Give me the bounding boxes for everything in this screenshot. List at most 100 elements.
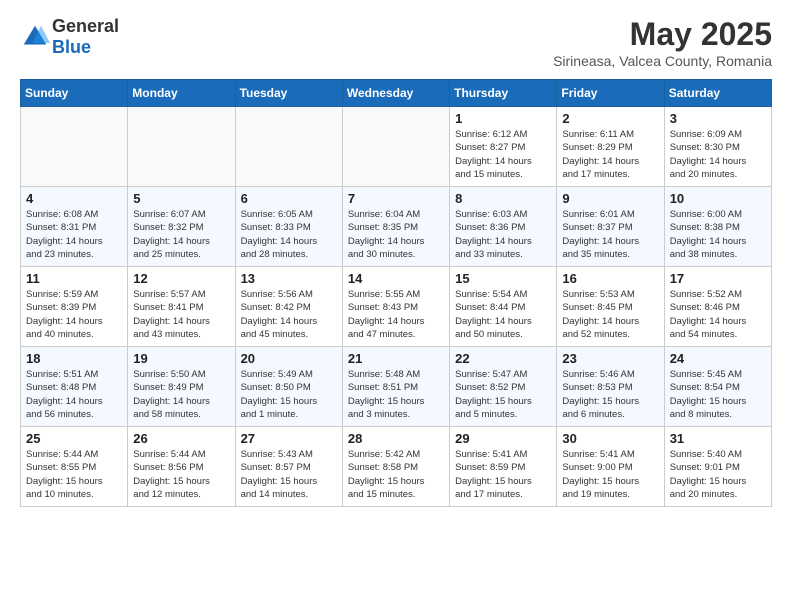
- title-area: May 2025 Sirineasa, Valcea County, Roman…: [553, 16, 772, 69]
- calendar-cell: [21, 107, 128, 187]
- day-number: 7: [348, 191, 444, 206]
- calendar-cell: 22 Sunrise: 5:47 AM Sunset: 8:52 PM Dayli…: [450, 347, 557, 427]
- day-info: Sunrise: 5:49 AM Sunset: 8:50 PM Dayligh…: [241, 368, 337, 421]
- calendar-cell: 9Sunrise: 6:01 AM Sunset: 8:37 PM Daylig…: [557, 187, 664, 267]
- day-number: 23: [562, 351, 658, 366]
- day-info: Sunrise: 5:45 AM Sunset: 8:54 PM Dayligh…: [670, 368, 766, 421]
- day-info: Sunrise: 5:56 AM Sunset: 8:42 PM Dayligh…: [241, 288, 337, 341]
- calendar-cell: 30Sunrise: 5:41 AM Sunset: 9:00 PM Dayli…: [557, 427, 664, 507]
- day-info: Sunrise: 6:12 AM Sunset: 8:27 PM Dayligh…: [455, 128, 551, 181]
- header: General Blue May 2025 Sirineasa, Valcea …: [20, 16, 772, 69]
- day-number: 8: [455, 191, 551, 206]
- day-info: Sunrise: 5:47 AM Sunset: 8:52 PM Dayligh…: [455, 368, 551, 421]
- day-number: 22: [455, 351, 551, 366]
- calendar-cell: [342, 107, 449, 187]
- day-info: Sunrise: 5:52 AM Sunset: 8:46 PM Dayligh…: [670, 288, 766, 341]
- day-info: Sunrise: 5:42 AM Sunset: 8:58 PM Dayligh…: [348, 448, 444, 501]
- day-info: Sunrise: 5:43 AM Sunset: 8:57 PM Dayligh…: [241, 448, 337, 501]
- calendar-cell: 19 Sunrise: 5:50 AM Sunset: 8:49 PM Dayli…: [128, 347, 235, 427]
- calendar-cell: 31 Sunrise: 5:40 AM Sunset: 9:01 PM Dayli…: [664, 427, 771, 507]
- week-row-3: 18 Sunrise: 5:51 AM Sunset: 8:48 PM Dayli…: [21, 347, 772, 427]
- day-number: 1: [455, 111, 551, 126]
- day-number: 27: [241, 431, 337, 446]
- day-info: Sunrise: 6:05 AM Sunset: 8:33 PM Dayligh…: [241, 208, 337, 261]
- weekday-header-thursday: Thursday: [450, 80, 557, 107]
- calendar-cell: 24 Sunrise: 5:45 AM Sunset: 8:54 PM Dayli…: [664, 347, 771, 427]
- calendar-cell: 2Sunrise: 6:11 AM Sunset: 8:29 PM Daylig…: [557, 107, 664, 187]
- day-number: 31: [670, 431, 766, 446]
- week-row-0: 1 Sunrise: 6:12 AM Sunset: 8:27 PM Daylig…: [21, 107, 772, 187]
- day-number: 4: [26, 191, 122, 206]
- page: General Blue May 2025 Sirineasa, Valcea …: [0, 0, 792, 523]
- day-number: 28: [348, 431, 444, 446]
- day-number: 3: [670, 111, 766, 126]
- calendar-cell: 27 Sunrise: 5:43 AM Sunset: 8:57 PM Dayli…: [235, 427, 342, 507]
- day-info: Sunrise: 5:40 AM Sunset: 9:01 PM Dayligh…: [670, 448, 766, 501]
- calendar-cell: 1 Sunrise: 6:12 AM Sunset: 8:27 PM Daylig…: [450, 107, 557, 187]
- weekday-header-wednesday: Wednesday: [342, 80, 449, 107]
- day-number: 24: [670, 351, 766, 366]
- day-info: Sunrise: 6:08 AM Sunset: 8:31 PM Dayligh…: [26, 208, 122, 261]
- day-number: 13: [241, 271, 337, 286]
- calendar-cell: 25Sunrise: 5:44 AM Sunset: 8:55 PM Dayli…: [21, 427, 128, 507]
- week-row-1: 4 Sunrise: 6:08 AM Sunset: 8:31 PM Daylig…: [21, 187, 772, 267]
- week-row-2: 11 Sunrise: 5:59 AM Sunset: 8:39 PM Dayli…: [21, 267, 772, 347]
- weekday-header-friday: Friday: [557, 80, 664, 107]
- day-info: Sunrise: 5:57 AM Sunset: 8:41 PM Dayligh…: [133, 288, 229, 341]
- day-number: 12: [133, 271, 229, 286]
- calendar-cell: 8Sunrise: 6:03 AM Sunset: 8:36 PM Daylig…: [450, 187, 557, 267]
- calendar-cell: 23 Sunrise: 5:46 AM Sunset: 8:53 PM Dayli…: [557, 347, 664, 427]
- calendar-cell: 28 Sunrise: 5:42 AM Sunset: 8:58 PM Dayli…: [342, 427, 449, 507]
- day-info: Sunrise: 5:44 AM Sunset: 8:56 PM Dayligh…: [133, 448, 229, 501]
- calendar-cell: 13 Sunrise: 5:56 AM Sunset: 8:42 PM Dayli…: [235, 267, 342, 347]
- day-info: Sunrise: 6:07 AM Sunset: 8:32 PM Dayligh…: [133, 208, 229, 261]
- calendar-cell: 11 Sunrise: 5:59 AM Sunset: 8:39 PM Dayli…: [21, 267, 128, 347]
- day-number: 29: [455, 431, 551, 446]
- calendar-table: SundayMondayTuesdayWednesdayThursdayFrid…: [20, 79, 772, 507]
- day-number: 26: [133, 431, 229, 446]
- day-info: Sunrise: 5:59 AM Sunset: 8:39 PM Dayligh…: [26, 288, 122, 341]
- day-number: 18: [26, 351, 122, 366]
- day-info: Sunrise: 5:53 AM Sunset: 8:45 PM Dayligh…: [562, 288, 658, 341]
- month-title: May 2025: [553, 16, 772, 53]
- calendar-cell: 7Sunrise: 6:04 AM Sunset: 8:35 PM Daylig…: [342, 187, 449, 267]
- day-number: 15: [455, 271, 551, 286]
- calendar-cell: 10 Sunrise: 6:00 AM Sunset: 8:38 PM Dayli…: [664, 187, 771, 267]
- day-number: 5: [133, 191, 229, 206]
- day-info: Sunrise: 5:46 AM Sunset: 8:53 PM Dayligh…: [562, 368, 658, 421]
- week-row-4: 25Sunrise: 5:44 AM Sunset: 8:55 PM Dayli…: [21, 427, 772, 507]
- day-number: 6: [241, 191, 337, 206]
- weekday-header-sunday: Sunday: [21, 80, 128, 107]
- day-number: 11: [26, 271, 122, 286]
- day-info: Sunrise: 5:48 AM Sunset: 8:51 PM Dayligh…: [348, 368, 444, 421]
- day-info: Sunrise: 5:54 AM Sunset: 8:44 PM Dayligh…: [455, 288, 551, 341]
- day-info: Sunrise: 6:11 AM Sunset: 8:29 PM Dayligh…: [562, 128, 658, 181]
- day-info: Sunrise: 5:50 AM Sunset: 8:49 PM Dayligh…: [133, 368, 229, 421]
- calendar-cell: 29Sunrise: 5:41 AM Sunset: 8:59 PM Dayli…: [450, 427, 557, 507]
- calendar-cell: [235, 107, 342, 187]
- calendar-cell: 4 Sunrise: 6:08 AM Sunset: 8:31 PM Daylig…: [21, 187, 128, 267]
- location-subtitle: Sirineasa, Valcea County, Romania: [553, 53, 772, 69]
- day-number: 21: [348, 351, 444, 366]
- calendar-cell: 15 Sunrise: 5:54 AM Sunset: 8:44 PM Dayli…: [450, 267, 557, 347]
- calendar-cell: 3 Sunrise: 6:09 AM Sunset: 8:30 PM Daylig…: [664, 107, 771, 187]
- logo-general: General: [52, 16, 119, 36]
- calendar-cell: 12 Sunrise: 5:57 AM Sunset: 8:41 PM Dayli…: [128, 267, 235, 347]
- calendar-cell: 20 Sunrise: 5:49 AM Sunset: 8:50 PM Dayli…: [235, 347, 342, 427]
- weekday-header-row: SundayMondayTuesdayWednesdayThursdayFrid…: [21, 80, 772, 107]
- day-number: 9: [562, 191, 658, 206]
- day-number: 20: [241, 351, 337, 366]
- day-info: Sunrise: 5:44 AM Sunset: 8:55 PM Dayligh…: [26, 448, 122, 501]
- day-info: Sunrise: 5:51 AM Sunset: 8:48 PM Dayligh…: [26, 368, 122, 421]
- day-number: 19: [133, 351, 229, 366]
- day-number: 14: [348, 271, 444, 286]
- calendar-cell: 6 Sunrise: 6:05 AM Sunset: 8:33 PM Daylig…: [235, 187, 342, 267]
- calendar-cell: 14Sunrise: 5:55 AM Sunset: 8:43 PM Dayli…: [342, 267, 449, 347]
- day-info: Sunrise: 5:41 AM Sunset: 9:00 PM Dayligh…: [562, 448, 658, 501]
- day-number: 10: [670, 191, 766, 206]
- calendar-cell: 18 Sunrise: 5:51 AM Sunset: 8:48 PM Dayli…: [21, 347, 128, 427]
- calendar-cell: 21 Sunrise: 5:48 AM Sunset: 8:51 PM Dayli…: [342, 347, 449, 427]
- day-number: 17: [670, 271, 766, 286]
- day-info: Sunrise: 6:09 AM Sunset: 8:30 PM Dayligh…: [670, 128, 766, 181]
- day-info: Sunrise: 6:00 AM Sunset: 8:38 PM Dayligh…: [670, 208, 766, 261]
